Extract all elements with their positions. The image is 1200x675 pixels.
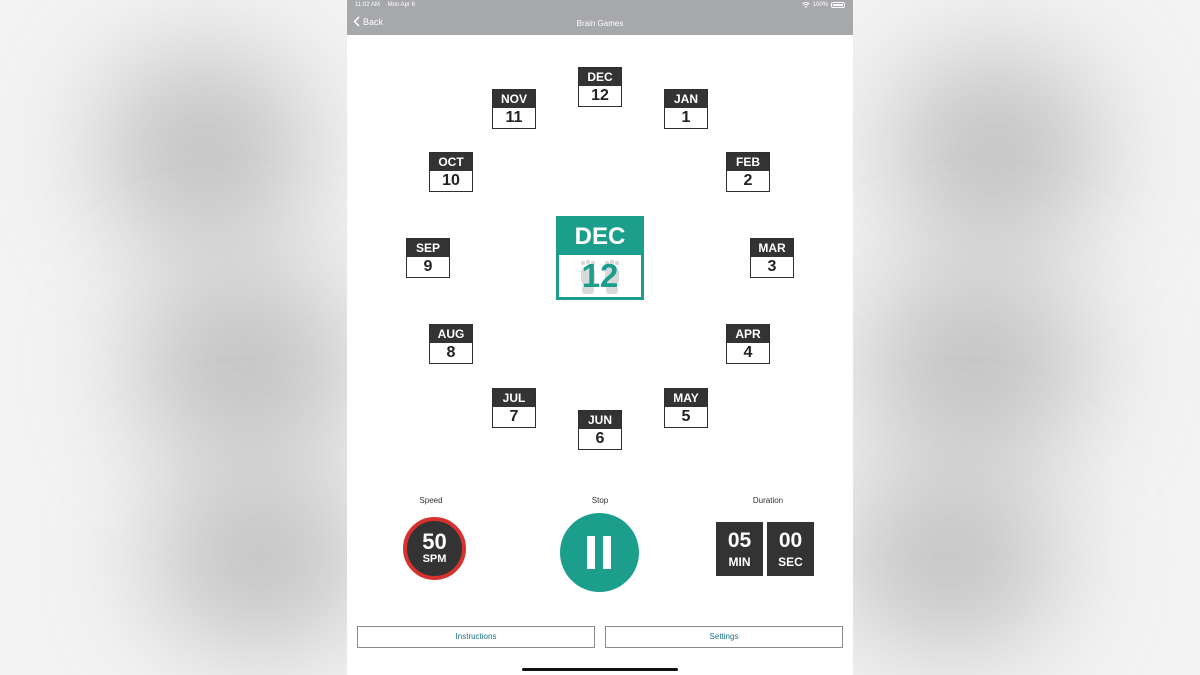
month-number: 10 xyxy=(442,172,460,189)
page-title: Brain Games xyxy=(576,19,624,28)
instructions-button[interactable]: Instructions xyxy=(357,626,595,648)
month-number: 3 xyxy=(767,258,777,275)
month-name: SEP xyxy=(407,239,449,257)
month-number: 6 xyxy=(595,430,605,447)
status-bar-left: 11:02 AM Mon Apr 6 xyxy=(355,2,421,8)
stop-label: Stop xyxy=(591,496,609,505)
month-name: JUL xyxy=(493,389,535,407)
speed-dial[interactable]: 50 SPM xyxy=(403,517,466,580)
month-number: 12 xyxy=(591,87,609,104)
month-number: 4 xyxy=(743,344,753,361)
status-bar-right: 100% xyxy=(801,2,845,8)
app-screen: 11:02 AM Mon Apr 6 100% Back Brain Games… xyxy=(347,0,853,675)
month-tile-may: MAY 5 xyxy=(664,388,708,428)
current-day: 12 xyxy=(581,257,619,294)
speed-value: 50 xyxy=(422,529,447,554)
month-number: 1 xyxy=(681,109,691,126)
month-name: DEC xyxy=(579,68,621,86)
month-name: FEB xyxy=(727,153,769,171)
month-name: MAY xyxy=(665,389,707,407)
month-tile-jul: JUL 7 xyxy=(492,388,536,428)
duration-min-unit: MIN xyxy=(728,555,751,569)
month-tile-feb: FEB 2 xyxy=(726,152,770,192)
battery-percent: 100% xyxy=(812,2,828,8)
current-date-calendar: DEC 12 xyxy=(556,216,644,300)
settings-button[interactable]: Settings xyxy=(605,626,843,648)
status-time: 11:02 AM xyxy=(355,2,380,8)
month-tile-mar: MAR 3 xyxy=(750,238,794,278)
month-tile-apr: APR 4 xyxy=(726,324,770,364)
month-name: OCT xyxy=(430,153,472,171)
month-tile-aug: AUG 8 xyxy=(429,324,473,364)
month-number: 7 xyxy=(509,408,519,425)
month-tile-dec: DEC 12 xyxy=(578,67,622,107)
month-name: APR xyxy=(727,325,769,343)
wifi-icon xyxy=(801,2,810,8)
month-number: 11 xyxy=(505,109,523,126)
duration-min-value: 05 xyxy=(727,529,752,552)
month-tile-sep: SEP 9 xyxy=(406,238,450,278)
month-name: MAR xyxy=(751,239,793,257)
month-number: 9 xyxy=(423,258,433,275)
battery-icon xyxy=(831,2,845,8)
current-month: DEC xyxy=(559,219,641,255)
pause-button[interactable] xyxy=(560,513,639,592)
month-name: NOV xyxy=(493,90,535,108)
month-number: 2 xyxy=(743,172,753,189)
month-tile-nov: NOV 11 xyxy=(492,89,536,129)
speed-unit: SPM xyxy=(422,553,447,565)
home-indicator[interactable] xyxy=(522,668,678,671)
status-date: Mon Apr 6 xyxy=(387,2,415,8)
duration-minutes[interactable]: 05 MIN xyxy=(716,522,763,576)
month-tile-jan: JAN 1 xyxy=(664,89,708,129)
month-name: JAN xyxy=(665,90,707,108)
month-tile-jun: JUN 6 xyxy=(578,410,622,450)
month-tile-oct: OCT 10 xyxy=(429,152,473,192)
navigation-bar: 11:02 AM Mon Apr 6 100% Back Brain Games xyxy=(347,0,853,35)
duration-label: Duration xyxy=(752,496,784,505)
duration-seconds[interactable]: 00 SEC xyxy=(767,522,814,576)
month-name: JUN xyxy=(579,411,621,429)
duration-sec-value: 00 xyxy=(778,529,803,552)
duration-sec-unit: SEC xyxy=(778,555,803,569)
month-number: 5 xyxy=(681,408,691,425)
month-number: 8 xyxy=(446,344,456,361)
speed-label: Speed xyxy=(419,496,443,505)
month-name: AUG xyxy=(430,325,472,343)
